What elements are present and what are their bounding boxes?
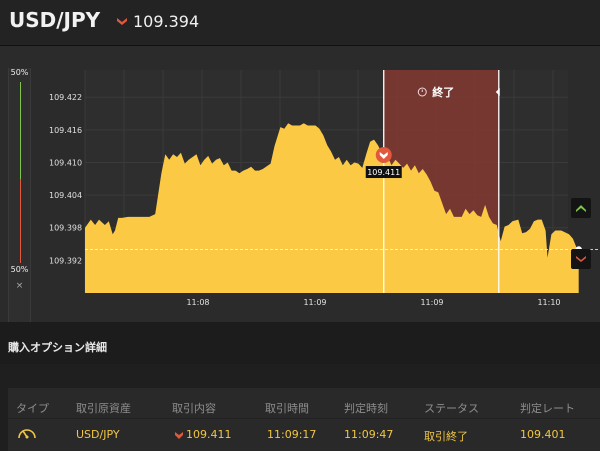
x-tick-label: 11:09	[303, 298, 326, 307]
y-tick-label: 109.398	[49, 224, 82, 233]
col-asset: 取引原資産	[76, 402, 131, 415]
col-status: ステータス	[424, 402, 479, 415]
up-arrow-icon	[576, 205, 586, 212]
cell-rate: 109.411	[186, 428, 232, 441]
header: USD/JPY 109.394	[0, 0, 600, 46]
y-tick-label: 109.410	[49, 158, 82, 167]
high-button[interactable]	[571, 198, 591, 218]
down-arrow-icon	[576, 256, 586, 262]
current-price: 109.394	[133, 12, 200, 31]
y-tick-label: 109.404	[49, 191, 82, 200]
col-trade-time: 取引時間	[265, 402, 309, 415]
cell-judge-time: 11:09:47	[344, 428, 394, 441]
entry-rate-label: 109.411	[367, 168, 400, 177]
y-tick-label: 109.416	[49, 126, 82, 135]
price-chart: 109.422 109.416 109.410 109.404 109.398 109.3…	[49, 70, 598, 307]
section-title: 購入オプション詳細	[8, 341, 107, 354]
y-tick-label: 109.392	[49, 256, 82, 265]
cell-judge-rate: 109.401	[520, 428, 566, 441]
down-arrow-icon	[175, 432, 183, 439]
cell-trade-time: 11:09:17	[267, 428, 317, 441]
col-judge-time: 判定時刻	[344, 402, 388, 415]
gauge-icon	[18, 429, 36, 439]
band-label: 終了	[432, 85, 454, 99]
col-content: 取引内容	[172, 402, 216, 415]
options-table: タイプ 取引原資産 取引内容 取引時間 判定時刻 ステータス 判定レート USD…	[8, 388, 600, 451]
entry-marker	[375, 147, 392, 164]
section-header: 購入オプション詳細	[0, 322, 600, 364]
x-tick-label: 11:10	[537, 298, 560, 307]
low-button[interactable]	[571, 249, 591, 269]
currency-pair: USD/JPY	[9, 8, 101, 32]
down-arrow-icon	[117, 18, 127, 25]
col-judge-rate: 判定レート	[520, 402, 575, 415]
row-divider	[8, 418, 600, 419]
y-tick-label: 109.422	[49, 93, 82, 102]
cell-status: 取引終了	[424, 430, 468, 443]
x-tick-label: 11:08	[186, 298, 209, 307]
cell-asset: USD/JPY	[76, 428, 120, 441]
chart-area: 50% 50% × 109.422 109.416 109.410 109.404 10…	[0, 46, 600, 346]
col-type: タイプ	[16, 402, 49, 415]
x-tick-label: 11:09	[420, 298, 443, 307]
